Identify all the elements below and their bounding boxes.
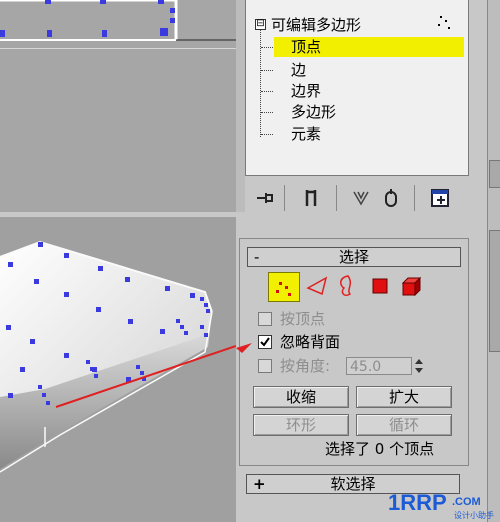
stack-item-edge[interactable]: 边	[291, 60, 306, 80]
make-unique-icon[interactable]	[348, 186, 374, 210]
vertex-icon[interactable]	[268, 272, 300, 302]
loop-button[interactable]: 循环	[356, 414, 452, 436]
by-vertex-checkbox[interactable]	[258, 312, 272, 326]
angle-value-field[interactable]: 45.0	[346, 357, 412, 375]
ignore-backfacing-checkbox[interactable]	[258, 335, 272, 349]
edge-icon[interactable]	[304, 272, 332, 300]
watermark-logo: 1RRP .COM 设计小助手	[388, 490, 500, 522]
selection-rollout-header[interactable]: - 选择	[247, 247, 461, 267]
ring-button[interactable]: 环形	[253, 414, 349, 436]
pin-stack-icon[interactable]	[252, 186, 278, 210]
by-angle-checkbox[interactable]	[258, 359, 272, 373]
configure-modifier-sets-icon[interactable]	[428, 186, 454, 210]
element-icon[interactable]	[400, 272, 424, 300]
ignore-backfacing-label: 忽略背面	[280, 333, 341, 351]
remove-modifier-icon[interactable]	[378, 186, 404, 210]
stack-item-element[interactable]: 元素	[291, 124, 321, 144]
panel-gutter	[236, 0, 245, 212]
watermark-domain: .COM	[452, 496, 481, 508]
top-viewport[interactable]	[0, 0, 236, 212]
show-end-result-icon[interactable]	[298, 186, 324, 210]
by-vertex-label: 按顶点	[280, 310, 326, 328]
annotation-arrow-head	[236, 343, 252, 353]
border-icon[interactable]	[334, 272, 358, 300]
stack-item-border[interactable]: 边界	[291, 81, 321, 101]
stack-item-polygon[interactable]: 多边形	[291, 102, 336, 122]
modifier-stack-list[interactable]: ⊟ 可编辑多边形 顶点 边 边界 多边形 元素	[245, 0, 469, 176]
shrink-button[interactable]: 收缩	[253, 386, 349, 408]
collapse-toggle[interactable]: ⊟	[255, 19, 266, 30]
polygon-icon[interactable]	[370, 272, 394, 300]
scroll-thumb[interactable]	[489, 230, 500, 352]
selection-status: 选择了 0 个顶点	[325, 440, 435, 458]
top-view-mesh	[0, 0, 236, 41]
checkmark-icon	[260, 337, 270, 347]
stack-item-vertex[interactable]: 顶点	[291, 37, 321, 57]
watermark-brand: 1RRP	[388, 490, 447, 515]
by-angle-label: 按角度:	[280, 357, 331, 375]
perspective-viewport[interactable]	[0, 217, 236, 522]
box-mesh	[0, 240, 236, 473]
rollout-title: 选择	[338, 248, 369, 266]
watermark-subtitle: 设计小助手	[454, 511, 494, 520]
angle-spinner[interactable]	[414, 357, 424, 375]
scroll-tab[interactable]	[489, 160, 500, 188]
stack-root-label[interactable]: 可编辑多边形	[271, 15, 361, 35]
grow-button[interactable]: 扩大	[356, 386, 452, 408]
